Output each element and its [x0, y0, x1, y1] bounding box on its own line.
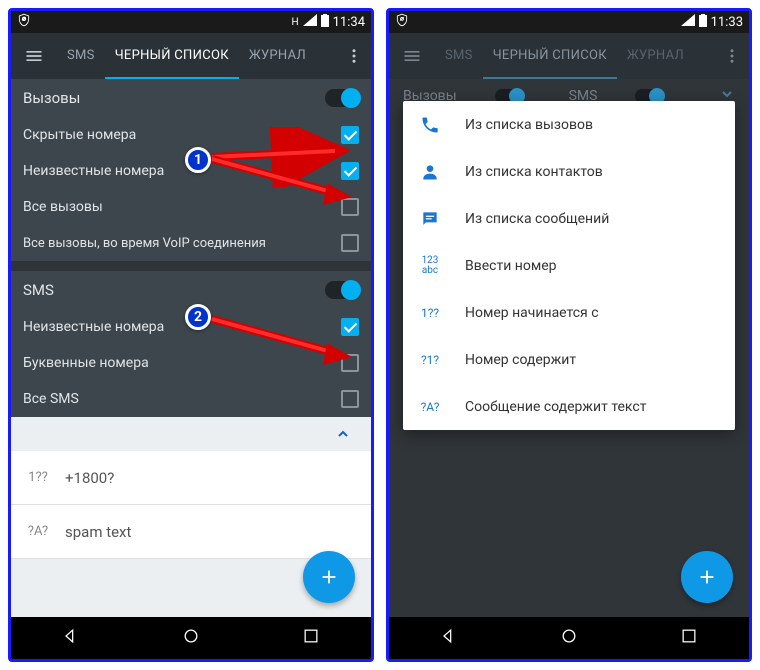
phone-left: H 11:34 SMS ЧЕРНЫЙ СПИСОК ЖУРНАЛ: [8, 8, 374, 662]
more-button[interactable]: [337, 47, 371, 65]
all-calls-row[interactable]: Все вызовы: [11, 189, 371, 225]
collapse-button[interactable]: [11, 417, 371, 451]
menu-starts-with[interactable]: 1?? Номер начинается с: [403, 289, 735, 336]
menu-button[interactable]: [389, 46, 435, 66]
letter-numbers-checkbox[interactable]: [341, 354, 359, 372]
message-icon: [419, 209, 441, 229]
person-icon: [419, 162, 441, 182]
signal-icon: [681, 14, 695, 30]
more-button[interactable]: [715, 47, 749, 65]
clock-time: 11:34: [333, 15, 365, 30]
keypad-icon: 123 abc: [419, 256, 441, 276]
unknown-numbers-label: Неизвестные номера: [23, 163, 164, 179]
letter-numbers-row[interactable]: Буквенные номера: [11, 345, 371, 381]
dimmed-background[interactable]: Вызовы SMS Из списка вызовов Из списка к…: [389, 79, 749, 617]
menu-label: Номер содержит: [465, 352, 576, 368]
menu-label: Из списка сообщений: [465, 211, 609, 227]
phone-icon: [419, 115, 441, 135]
tab-journal[interactable]: ЖУРНАЛ: [239, 33, 316, 79]
back-button[interactable]: [439, 626, 459, 650]
menu-enter-number[interactable]: 123 abc Ввести номер: [403, 242, 735, 289]
home-button[interactable]: [559, 626, 579, 650]
all-sms-label: Все SMS: [23, 391, 79, 407]
message-contains-icon: ?A?: [419, 401, 441, 413]
tab-blacklist[interactable]: ЧЕРНЫЙ СПИСОК: [483, 33, 617, 79]
status-bar: H 11:34: [11, 11, 371, 33]
starts-with-icon: 1??: [419, 307, 441, 319]
calls-toggle[interactable]: [325, 89, 359, 107]
recents-button[interactable]: [679, 626, 699, 650]
pattern-icon: 1??: [25, 470, 51, 485]
settings-panel: Вызовы Скрытые номера Неизвестные номера…: [11, 79, 371, 417]
signal-icon: [303, 14, 317, 30]
menu-from-messages[interactable]: Из списка сообщений: [403, 195, 735, 242]
contains-icon: ?1?: [419, 354, 441, 366]
menu-contains[interactable]: ?1? Номер содержит: [403, 336, 735, 383]
clock-time: 11:33: [711, 15, 743, 30]
all-sms-checkbox[interactable]: [341, 390, 359, 408]
all-sms-row[interactable]: Все SMS: [11, 381, 371, 417]
list-item[interactable]: 1?? +1800?: [11, 451, 371, 505]
unknown-numbers-sms-checkbox[interactable]: [341, 318, 359, 336]
menu-label: Ввести номер: [465, 258, 557, 274]
letter-numbers-label: Буквенные номера: [23, 355, 149, 371]
home-button[interactable]: [181, 626, 201, 650]
tab-sms[interactable]: SMS: [57, 33, 105, 79]
battery-icon: [699, 14, 707, 31]
unknown-numbers-row[interactable]: Неизвестные номера: [11, 153, 371, 189]
sms-toggle[interactable]: [325, 281, 359, 299]
menu-button[interactable]: [11, 46, 57, 66]
shield-icon: [395, 13, 409, 31]
back-button[interactable]: [61, 626, 81, 650]
recents-button[interactable]: [301, 626, 321, 650]
sms-section: SMS: [11, 271, 371, 309]
tab-sms[interactable]: SMS: [435, 33, 483, 79]
pattern-icon: ?A?: [25, 524, 51, 539]
app-bar: SMS ЧЕРНЫЙ СПИСОК ЖУРНАЛ: [11, 33, 371, 79]
unknown-numbers-sms-label: Неизвестные номера: [23, 319, 164, 335]
shield-icon: [17, 13, 31, 31]
sms-title: SMS: [23, 281, 54, 299]
network-icon: H: [291, 17, 298, 28]
phone-right: 11:33 SMS ЧЕРНЫЙ СПИСОК ЖУРНАЛ Вызовы SM…: [386, 8, 752, 662]
all-calls-label: Все вызовы: [23, 199, 103, 215]
hidden-numbers-label: Скрытые номера: [23, 127, 136, 143]
unknown-numbers-checkbox[interactable]: [341, 162, 359, 180]
menu-label: Сообщение содержит текст: [465, 399, 646, 415]
all-calls-checkbox[interactable]: [341, 198, 359, 216]
all-calls-voip-label: Все вызовы, во время VoIP соединения: [23, 236, 266, 251]
add-fab[interactable]: [303, 551, 355, 603]
battery-icon: [321, 14, 329, 31]
hidden-numbers-checkbox[interactable]: [341, 126, 359, 144]
nav-bar: [11, 617, 371, 659]
calls-section: Вызовы: [11, 79, 371, 117]
list-item-text: +1800?: [65, 469, 114, 487]
menu-from-calls[interactable]: Из списка вызовов: [403, 101, 735, 148]
all-calls-voip-checkbox[interactable]: [341, 234, 359, 252]
list-item-text: spam text: [65, 523, 131, 541]
list-item[interactable]: ?A? spam text: [11, 505, 371, 559]
hidden-numbers-row[interactable]: Скрытые номера: [11, 117, 371, 153]
tab-blacklist[interactable]: ЧЕРНЫЙ СПИСОК: [105, 33, 239, 79]
tab-journal[interactable]: ЖУРНАЛ: [617, 33, 694, 79]
menu-label: Номер начинается с: [465, 305, 599, 321]
menu-label: Из списка вызовов: [465, 117, 593, 133]
menu-message-contains[interactable]: ?A? Сообщение содержит текст: [403, 383, 735, 430]
app-bar: SMS ЧЕРНЫЙ СПИСОК ЖУРНАЛ: [389, 33, 749, 79]
add-fab[interactable]: [681, 551, 733, 603]
calls-title: Вызовы: [23, 89, 80, 107]
unknown-numbers-sms-row[interactable]: Неизвестные номера: [11, 309, 371, 345]
menu-label: Из списка контактов: [465, 164, 603, 180]
all-calls-voip-row[interactable]: Все вызовы, во время VoIP соединения: [11, 225, 371, 261]
nav-bar: [389, 617, 749, 659]
status-bar: 11:33: [389, 11, 749, 33]
menu-from-contacts[interactable]: Из списка контактов: [403, 148, 735, 195]
add-source-menu: Из списка вызовов Из списка контактов Из…: [403, 101, 735, 430]
